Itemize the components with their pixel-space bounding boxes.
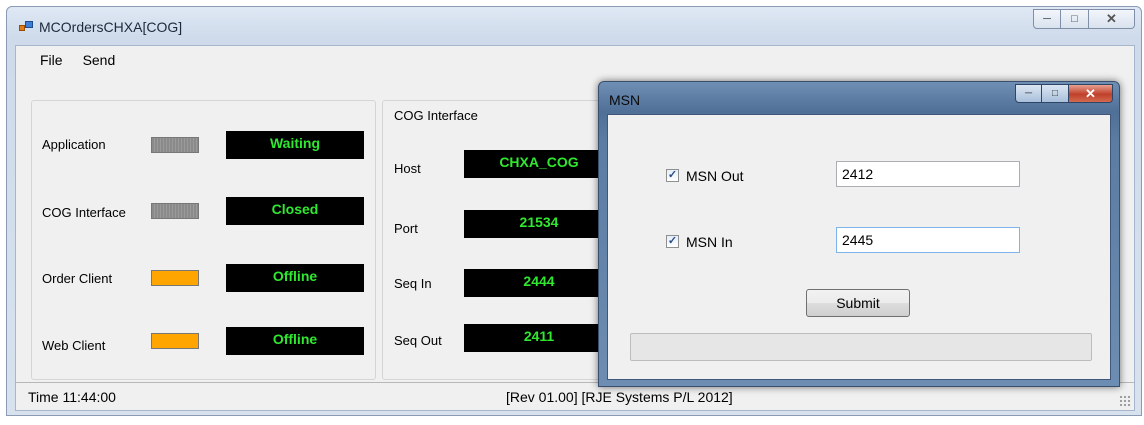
seq-in-value: 2444: [464, 269, 614, 297]
seq-out-value: 2411: [464, 324, 614, 352]
application-indicator: [151, 137, 199, 153]
maximize-icon[interactable]: □: [1042, 84, 1069, 103]
cog-interface-indicator: [151, 203, 199, 219]
window-controls: ─ □ ✕: [1033, 9, 1135, 29]
minimize-icon[interactable]: ─: [1015, 84, 1042, 103]
msn-in-checkbox[interactable]: ✓: [666, 235, 679, 248]
order-client-indicator: [151, 270, 199, 286]
checkmark-icon: ✓: [667, 169, 678, 181]
seq-out-label: Seq Out: [394, 333, 442, 348]
web-client-indicator: [151, 333, 199, 349]
msn-out-field[interactable]: [836, 161, 1020, 187]
minimize-icon[interactable]: ─: [1033, 9, 1061, 29]
msn-dialog: MSN ─ □ ✕ ✓ MSN Out ✓ MSN In Submit: [598, 81, 1120, 387]
cog-interface-label: COG Interface: [42, 205, 126, 220]
msn-in-label: MSN In: [686, 234, 733, 250]
checkmark-icon: ✓: [667, 235, 678, 247]
title-bar[interactable]: MCOrdersCHXA[COG] ─ □ ✕: [7, 7, 1141, 45]
web-client-label: Web Client: [42, 338, 106, 353]
host-value: CHXA_COG: [464, 150, 614, 178]
menu-file[interactable]: File: [40, 52, 63, 68]
seq-in-label: Seq In: [394, 276, 432, 291]
port-value: 21534: [464, 210, 614, 238]
port-label: Port: [394, 221, 418, 236]
msn-dialog-title: MSN: [609, 92, 641, 108]
window-title: MCOrdersCHXA[COG]: [39, 19, 183, 35]
msn-window-controls: ─ □ ✕: [1015, 84, 1113, 103]
application-status: Waiting: [226, 131, 364, 159]
msn-out-checkbox[interactable]: ✓: [666, 169, 679, 182]
submit-button[interactable]: Submit: [806, 289, 910, 317]
web-client-status: Offline: [226, 327, 364, 355]
cog-interface-caption: COG Interface: [392, 108, 480, 123]
close-icon[interactable]: ✕: [1089, 9, 1135, 29]
progress-bar: [630, 333, 1092, 361]
msn-out-label: MSN Out: [686, 168, 744, 184]
close-icon[interactable]: ✕: [1069, 84, 1113, 103]
msn-in-field[interactable]: [836, 227, 1020, 253]
maximize-icon[interactable]: □: [1061, 9, 1089, 29]
menu-bar: File Send: [16, 46, 1134, 74]
revision-info: [Rev 01.00] [RJE Systems P/L 2012]: [506, 389, 733, 405]
msn-client-area: ✓ MSN Out ✓ MSN In Submit: [607, 114, 1111, 380]
cog-interface-status: Closed: [226, 197, 364, 225]
app-icon[interactable]: [19, 21, 33, 33]
time-display: Time 11:44:00: [28, 389, 116, 405]
order-client-status: Offline: [226, 264, 364, 292]
application-label: Application: [42, 137, 106, 152]
host-label: Host: [394, 161, 421, 176]
menu-send[interactable]: Send: [83, 52, 116, 68]
resize-grip-icon[interactable]: [1119, 395, 1131, 407]
order-client-label: Order Client: [42, 271, 113, 286]
